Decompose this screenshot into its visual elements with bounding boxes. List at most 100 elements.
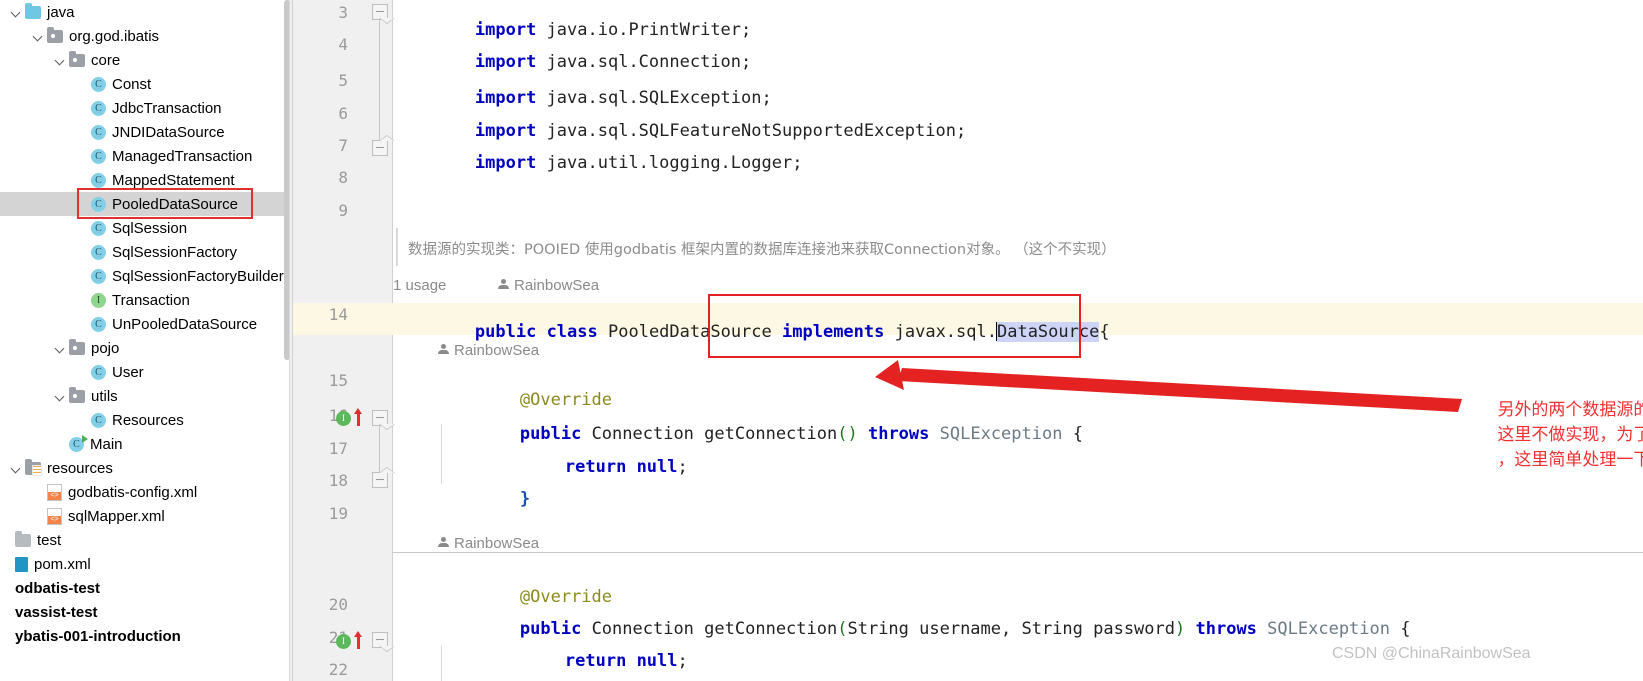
code-line-22: return null; (564, 651, 688, 671)
java-interface-icon: I (91, 292, 106, 308)
tree-item-mappedstatement[interactable]: C MappedStatement (0, 168, 290, 192)
indent-guide (441, 424, 442, 484)
author-inlay-hint[interactable]: RainbowSea (498, 277, 599, 294)
tree-item-label: ybatis-001-introduction (15, 627, 181, 645)
tree-item-pom-xml[interactable]: pom.xml (0, 552, 290, 576)
line-number: 15 (328, 371, 348, 390)
line-number: 9 (338, 201, 348, 220)
doc-comment-text: 数据源的实现类：POOIED 使用godbatis 框架内置的数据库连接池来获取… (408, 242, 1116, 258)
tree-item-pojo[interactable]: pojo (0, 336, 290, 360)
tree-item-label: SqlSessionFactory (112, 243, 238, 261)
java-class-icon: C (91, 220, 106, 236)
annotation-highlight-box (708, 294, 1081, 358)
java-class-icon: C (91, 364, 106, 380)
tree-item-label: sqlMapper.xml (68, 507, 165, 525)
tree-item-vassist-test[interactable]: vassist-test (0, 600, 290, 624)
tree-item-jdbctransaction[interactable]: C JdbcTransaction (0, 96, 290, 120)
tree-item-sqlsessionfactory[interactable]: C SqlSessionFactory (0, 240, 290, 264)
tree-item-utils[interactable]: utils (0, 384, 290, 408)
tree-item-label: ManagedTransaction (112, 147, 253, 165)
author-inlay-hint[interactable]: RainbowSea (438, 342, 539, 359)
tree-item-label: pom.xml (34, 555, 91, 573)
exception-type: SQLException (1267, 619, 1390, 639)
java-class-icon: C (91, 196, 106, 212)
keyword-class: class (546, 322, 598, 342)
tree-item-main[interactable]: C Main (0, 432, 290, 456)
line-number: 18 (328, 471, 348, 490)
implements-interface-icon[interactable]: I (336, 411, 351, 426)
line-number: 8 (338, 168, 348, 187)
tree-item-label: JNDIDataSource (112, 123, 225, 141)
tree-item-test[interactable]: test (0, 528, 290, 552)
java-class-icon: C (91, 76, 106, 92)
override-up-arrow-icon (354, 408, 362, 426)
xml-file-icon (47, 483, 62, 501)
line-number-gutter[interactable] (290, 0, 370, 681)
author-inlay-hint[interactable]: RainbowSea (438, 535, 539, 552)
tree-item-label: User (112, 363, 144, 381)
project-tree-panel[interactable]: java org.god.ibatis core C Const C JdbcTransac… (0, 0, 290, 681)
tree-item-odbatis-test[interactable]: odbatis-test (0, 576, 290, 600)
tree-item-pooleddatasource[interactable]: C PooledDataSource (0, 192, 290, 216)
tree-item-label: odbatis-test (15, 579, 101, 597)
line-number: 7 (338, 136, 348, 155)
tree-item-label: JdbcTransaction (112, 99, 222, 117)
tree-item-java[interactable]: java (0, 0, 290, 24)
fold-marker-icon[interactable] (372, 140, 388, 156)
implements-interface-icon[interactable]: I (336, 634, 351, 649)
tree-item-transaction[interactable]: I Transaction (0, 288, 290, 312)
override-up-arrow-icon (354, 631, 362, 649)
csdn-watermark: CSDN @ChinaRainbowSea (1332, 645, 1531, 663)
chevron-down-icon[interactable] (10, 462, 23, 475)
tree-item-godbatis-config-xml[interactable]: godbatis-config.xml (0, 480, 290, 504)
chevron-down-icon[interactable] (54, 54, 67, 67)
tree-item-label: pojo (91, 339, 120, 357)
tree-item-resources[interactable]: resources (0, 456, 290, 480)
fold-marker-icon[interactable] (372, 472, 388, 488)
watermark-text: CSDN @ChinaRainbowSea (1332, 645, 1531, 662)
tree-item-managedtransaction[interactable]: C ManagedTransaction (0, 144, 290, 168)
code-folding-strip[interactable] (370, 0, 393, 681)
tree-item-jndidatasource[interactable]: C JNDIDataSource (0, 120, 290, 144)
tree-item-unpooleddatasource[interactable]: C UnPooledDataSource (0, 312, 290, 336)
tree-item-label: java (47, 3, 75, 21)
line-number: 20 (328, 595, 348, 614)
tree-item-label: SqlSession (112, 219, 188, 237)
keyword-throws: throws (867, 424, 930, 444)
tree-item-label: Const (112, 75, 152, 93)
keyword-throws: throws (1195, 619, 1257, 639)
keyword-return: return (564, 651, 627, 671)
java-class-icon: C (91, 148, 106, 164)
chevron-down-icon[interactable] (54, 390, 67, 403)
line-number: 5 (338, 71, 348, 90)
usages-inlay-hint[interactable]: 1 usage (393, 277, 446, 294)
tree-item-label: Resources (112, 411, 184, 429)
tree-item-org-god-ibatis[interactable]: org.god.ibatis (0, 24, 290, 48)
editor-pane[interactable]: 3 4 5 6 7 8 9 14 15 16 17 18 19 20 21 22… (290, 0, 1643, 681)
tree-item-core[interactable]: core (0, 48, 290, 72)
tree-item-sqlsessionfactorybuilder[interactable]: C SqlSessionFactoryBuilder (0, 264, 290, 288)
tree-item-sqlmapper-xml[interactable]: sqlMapper.xml (0, 504, 290, 528)
tree-item-resources[interactable]: C Resources (0, 408, 290, 432)
tree-item-label: MappedStatement (112, 171, 235, 189)
chevron-down-icon[interactable] (10, 6, 23, 19)
folded-javadoc-comment[interactable]: 数据源的实现类：POOIED 使用godbatis 框架内置的数据库连接池来获取… (396, 228, 1116, 266)
chevron-down-icon[interactable] (54, 342, 67, 355)
chevron-down-icon[interactable] (32, 30, 45, 43)
java-class-icon: C (91, 100, 106, 116)
tree-item-user[interactable]: C User (0, 360, 290, 384)
tree-item-ybatis-001-introduction[interactable]: ybatis-001-introduction (0, 624, 290, 648)
tree-item-sqlsession[interactable]: C SqlSession (0, 216, 290, 240)
java-class-icon: C (91, 172, 106, 188)
editor-scroll-track[interactable] (290, 0, 292, 681)
tree-item-const[interactable]: C Const (0, 72, 290, 96)
